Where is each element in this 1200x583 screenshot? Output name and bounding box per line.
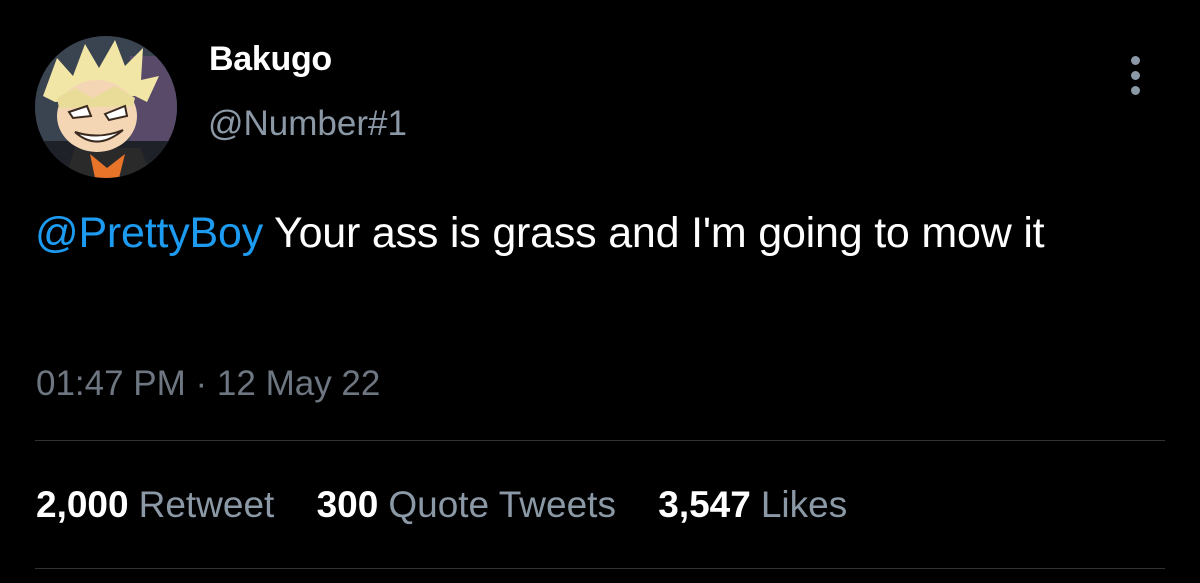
anime-character-avatar-icon [35, 36, 177, 178]
display-name[interactable]: Bakugo [209, 40, 332, 79]
mention-link[interactable]: @PrettyBoy [35, 209, 263, 257]
tweet-body: Your ass is grass and I'm going to mow i… [263, 209, 1045, 257]
tweet-time: 01:47 PM [36, 364, 186, 403]
avatar[interactable] [35, 36, 177, 178]
tweet-detail: Bakugo @Number#1 @PrettyBoy Your ass is … [0, 0, 1200, 583]
divider [35, 440, 1165, 441]
quote-tweet-count: 300 [316, 484, 379, 525]
more-vertical-icon [1131, 86, 1140, 95]
tweet-text: @PrettyBoy Your ass is grass and I'm goi… [35, 206, 1155, 261]
like-label: Likes [760, 484, 848, 525]
more-options-button[interactable] [1118, 50, 1154, 100]
user-handle[interactable]: @Number#1 [208, 104, 407, 144]
engagement-stats: 2,000 Retweet 300 Quote Tweets 3,547 Likes [36, 484, 879, 526]
likes-stat[interactable]: 3,547 Likes [658, 484, 847, 526]
quote-tweets-stat[interactable]: 300 Quote Tweets [317, 484, 616, 526]
timestamp[interactable]: 01:47 PM · 12 May 22 [36, 364, 380, 404]
quote-tweet-label: Quote Tweets [388, 484, 616, 525]
more-vertical-icon [1131, 71, 1140, 80]
divider [35, 568, 1165, 569]
more-vertical-icon [1131, 56, 1140, 65]
tweet-date: 12 May 22 [216, 364, 381, 403]
retweet-count: 2,000 [36, 484, 129, 525]
like-count: 3,547 [658, 484, 751, 525]
retweet-label: Retweet [138, 484, 275, 525]
timestamp-separator: · [185, 364, 217, 403]
retweets-stat[interactable]: 2,000 Retweet [36, 484, 274, 526]
